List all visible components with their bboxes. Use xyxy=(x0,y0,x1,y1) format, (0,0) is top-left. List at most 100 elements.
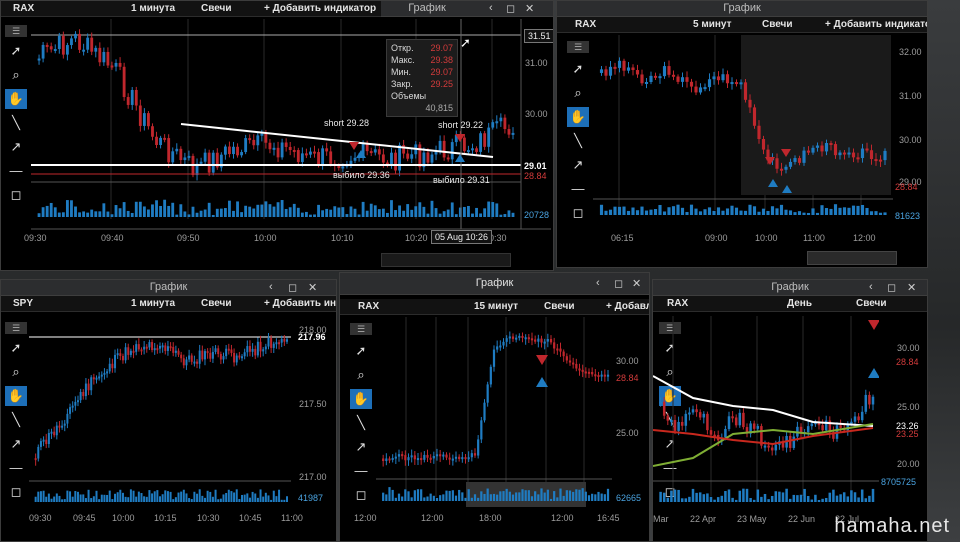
pin-icon[interactable]: ‹ xyxy=(489,2,493,14)
add-indicator-button[interactable]: + Добавить индикатор xyxy=(264,3,376,14)
candle-body xyxy=(471,148,474,151)
close-icon[interactable]: ✕ xyxy=(308,281,317,294)
navigator-bar[interactable] xyxy=(807,251,897,265)
symbol-selector[interactable]: SPY xyxy=(13,298,33,309)
pointer-tool-icon[interactable]: ➚ xyxy=(350,341,372,361)
candle-body xyxy=(102,51,106,63)
volume-bar xyxy=(98,499,101,502)
candle-body xyxy=(240,152,244,156)
rectangle-tool-icon[interactable]: ◻ xyxy=(5,482,27,502)
toolbar-menu-icon[interactable]: ☰ xyxy=(5,25,27,37)
add-indicator-button[interactable]: + Добавить индикатор xyxy=(264,298,336,309)
pointer-tool-icon[interactable]: ➚ xyxy=(5,41,27,61)
volume-bar xyxy=(515,492,518,501)
price-chart[interactable] xyxy=(376,317,612,507)
x-tick: 10:00 xyxy=(254,233,277,243)
chart-type-selector[interactable]: Свечи xyxy=(544,301,575,312)
chart-type-selector[interactable]: Свечи xyxy=(856,298,887,309)
add-indicator-button[interactable]: + Добавле xyxy=(606,301,649,312)
symbol-selector[interactable]: RAX xyxy=(667,298,688,309)
x-tick: 11:00 xyxy=(803,233,825,243)
toolbar-menu-icon[interactable]: ☰ xyxy=(5,322,27,334)
candle-body xyxy=(857,416,860,421)
arrow-tool-icon[interactable]: ↗ xyxy=(350,437,372,457)
window-titlebar[interactable]: График ‹ ◻ ✕ xyxy=(653,280,927,296)
add-indicator-button[interactable]: + Добавить индикатор xyxy=(825,19,927,30)
toolbar-menu-icon[interactable]: ☰ xyxy=(350,323,372,335)
zoom-tool-icon[interactable]: ⌕ xyxy=(567,83,589,103)
hand-tool-icon[interactable]: ✋ xyxy=(350,389,372,409)
maximize-icon[interactable]: ◻ xyxy=(614,277,623,290)
candle-body xyxy=(622,60,626,71)
zoom-tool-icon[interactable]: ⌕ xyxy=(5,362,27,382)
line-tool-icon[interactable]: ╲ xyxy=(5,410,27,430)
symbol-selector[interactable]: RAX xyxy=(575,19,596,30)
pin-icon[interactable]: ‹ xyxy=(596,277,600,289)
interval-selector[interactable]: 1 минута xyxy=(131,298,175,309)
window-titlebar[interactable]: График ‹ ◻ ✕ xyxy=(340,273,649,295)
line-tool-icon[interactable]: ╲ xyxy=(350,413,372,433)
chart-type-selector[interactable]: Свечи xyxy=(201,3,232,14)
arrow-tool-icon[interactable]: ↗ xyxy=(5,137,27,157)
volume-bar xyxy=(543,492,546,501)
zoom-tool-icon[interactable]: ⌕ xyxy=(5,65,27,85)
symbol-selector[interactable]: RAX xyxy=(358,301,379,312)
interval-selector[interactable]: 15 минут xyxy=(474,301,518,312)
volume-label: 8705725 xyxy=(881,477,917,487)
maximize-icon[interactable]: ◻ xyxy=(887,281,896,294)
chart-type-selector[interactable]: Свечи xyxy=(201,298,232,309)
interval-selector[interactable]: 5 минут xyxy=(693,19,732,30)
volume-bar xyxy=(752,206,757,215)
rectangle-tool-icon[interactable]: ◻ xyxy=(5,185,27,205)
candle-body xyxy=(180,354,183,359)
price-chart[interactable] xyxy=(29,316,291,506)
hline-tool-icon[interactable]: — xyxy=(567,179,589,199)
line-tool-icon[interactable]: ╲ xyxy=(5,113,27,133)
close-icon[interactable]: ✕ xyxy=(525,2,534,15)
hand-tool-icon[interactable]: ✋ xyxy=(5,89,27,109)
volume-bar xyxy=(90,498,93,502)
price-chart[interactable] xyxy=(31,19,551,249)
volume-bar xyxy=(824,208,829,215)
rectangle-tool-icon[interactable]: ◻ xyxy=(350,485,372,505)
hand-tool-icon[interactable]: ✋ xyxy=(567,107,589,127)
navigator-bar[interactable] xyxy=(381,253,511,267)
volume-bar xyxy=(702,494,706,502)
window-titlebar[interactable]: График xyxy=(557,1,927,17)
zoom-tool-icon[interactable]: ⌕ xyxy=(350,365,372,385)
volume-bar xyxy=(185,493,188,502)
hline-tool-icon[interactable]: — xyxy=(5,161,27,181)
maximize-icon[interactable]: ◻ xyxy=(506,2,515,15)
symbol-selector[interactable]: RAX xyxy=(13,3,34,14)
toolbar-menu-icon[interactable]: ☰ xyxy=(567,41,589,53)
arrow-tool-icon[interactable]: ↗ xyxy=(5,434,27,454)
maximize-icon[interactable]: ◻ xyxy=(288,281,297,294)
candle-body xyxy=(806,150,811,153)
volume-bar xyxy=(556,497,559,501)
candle-body xyxy=(691,409,695,413)
candle-body xyxy=(252,139,256,146)
line-tool-icon[interactable]: ╲ xyxy=(567,131,589,151)
rectangle-tool-icon[interactable]: ◻ xyxy=(567,203,589,223)
close-icon[interactable]: ✕ xyxy=(632,277,641,290)
hand-tool-icon[interactable]: ✋ xyxy=(5,386,27,406)
volume-bar xyxy=(829,208,833,215)
volume-bar xyxy=(121,492,124,502)
window-titlebar[interactable]: График ‹ ◻ ✕ xyxy=(1,280,336,296)
arrow-tool-icon[interactable]: ↗ xyxy=(567,155,589,175)
pointer-tool-icon[interactable]: ➚ xyxy=(5,338,27,358)
interval-selector[interactable]: День xyxy=(787,298,812,309)
pin-icon[interactable]: ‹ xyxy=(269,281,273,293)
price-chart[interactable] xyxy=(593,35,893,221)
pointer-tool-icon[interactable]: ➚ xyxy=(567,59,589,79)
hline-tool-icon[interactable]: — xyxy=(350,461,372,481)
price-chart[interactable] xyxy=(653,316,879,506)
chart-type-selector[interactable]: Свечи xyxy=(762,19,793,30)
volume-bar xyxy=(169,491,172,502)
close-icon[interactable]: ✕ xyxy=(907,281,916,294)
hline-tool-icon[interactable]: — xyxy=(5,458,27,478)
pin-icon[interactable]: ‹ xyxy=(869,281,873,293)
interval-selector[interactable]: 1 минута xyxy=(131,3,175,14)
candle-body xyxy=(90,37,94,52)
volume-bar xyxy=(47,493,50,502)
